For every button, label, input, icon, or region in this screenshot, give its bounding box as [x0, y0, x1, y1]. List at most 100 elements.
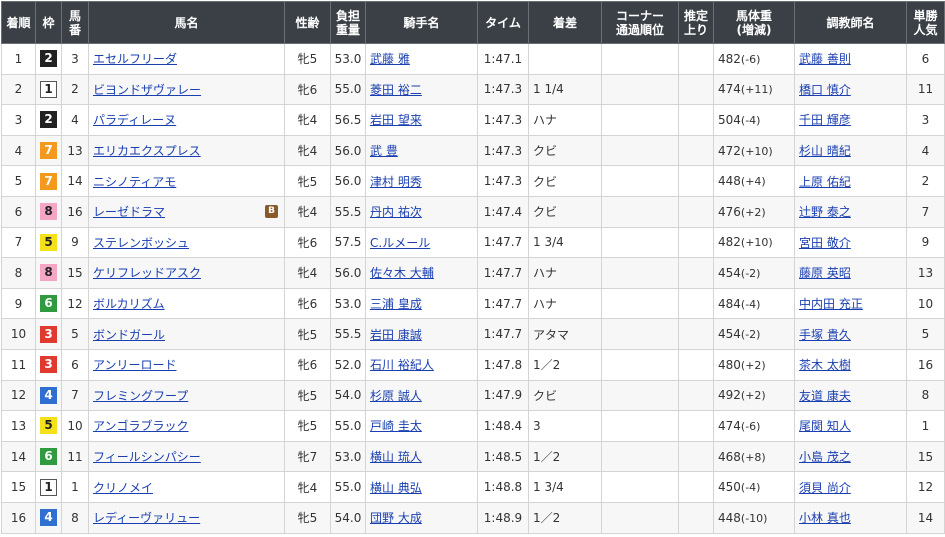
horse-link[interactable]: レーゼドラマ: [93, 205, 165, 219]
horse-cell: パラディレーヌ: [88, 104, 285, 136]
margin-cell: 3: [528, 410, 602, 442]
waku-badge: 1: [40, 80, 57, 98]
jockey-link[interactable]: 武藤 雅: [370, 52, 410, 66]
trainer-link[interactable]: 茶木 太樹: [799, 358, 851, 372]
jockey-cell: 丹内 祐次: [365, 195, 478, 228]
margin-cell: ハナ: [528, 257, 602, 289]
weight-cell: 54.0: [330, 501, 366, 534]
waku-cell: 4: [35, 379, 62, 412]
popularity-cell: 2: [906, 165, 945, 197]
jockey-link[interactable]: 武 豊: [370, 144, 398, 158]
horse-link[interactable]: アンゴラブラック: [93, 419, 189, 433]
horse-link[interactable]: パラディレーヌ: [93, 113, 176, 127]
rank-cell: 16: [1, 501, 36, 534]
rank-cell: 10: [1, 318, 36, 350]
trainer-link[interactable]: 手塚 貴久: [799, 328, 851, 342]
corner-cell: [601, 471, 679, 503]
horse-cell: クリノメイ: [88, 471, 285, 503]
col-rank: 着順: [1, 1, 36, 44]
horse-link[interactable]: フレミングフープ: [93, 389, 188, 403]
jockey-link[interactable]: 岩田 康誠: [370, 328, 422, 342]
horse-link[interactable]: ボルカリズム: [93, 297, 165, 311]
umaban-cell: 10: [61, 410, 89, 442]
bodyweight-diff: (-6): [740, 419, 761, 433]
sexage-cell: 牝6: [284, 73, 331, 106]
jockey-link[interactable]: 丹内 祐次: [370, 205, 422, 219]
time-cell: 1:47.4: [477, 195, 529, 228]
trainer-link[interactable]: 小林 真也: [799, 511, 851, 525]
jockey-link[interactable]: 菱田 裕二: [370, 83, 422, 97]
bodyweight-value: 492: [718, 388, 741, 403]
last3f-cell: [678, 318, 714, 350]
weight-cell: 53.0: [330, 43, 366, 75]
corner-cell: [601, 318, 679, 350]
trainer-link[interactable]: 上原 佑紀: [799, 175, 851, 189]
rank-cell: 11: [1, 348, 36, 381]
waku-badge: 8: [40, 264, 57, 282]
jockey-link[interactable]: C.ルメール: [370, 236, 430, 250]
horse-link[interactable]: ボンドガール: [93, 328, 165, 342]
horse-link[interactable]: エリカエクスプレス: [93, 144, 201, 158]
bodyweight-cell: 492(+2): [713, 379, 795, 412]
margin-cell: クビ: [528, 134, 602, 167]
trainer-link[interactable]: 藤原 英昭: [799, 266, 851, 280]
col-margin: 着差: [528, 1, 602, 44]
trainer-link[interactable]: 須貝 尚介: [799, 481, 851, 495]
trainer-link[interactable]: 小島 茂之: [799, 450, 851, 464]
bodyweight-value: 482: [718, 51, 741, 66]
col-umaban: 馬番: [61, 1, 89, 44]
jockey-link[interactable]: 団野 大成: [370, 511, 422, 525]
waku-badge: 4: [40, 509, 57, 527]
corner-cell: [601, 165, 679, 197]
horse-link[interactable]: ステレンボッシュ: [93, 236, 189, 250]
horse-link[interactable]: アンリーロード: [93, 358, 177, 372]
horse-link[interactable]: フィールシンパシー: [93, 450, 201, 464]
trainer-link[interactable]: 杉山 晴紀: [799, 144, 851, 158]
umaban-cell: 12: [61, 287, 89, 320]
popularity-cell: 10: [906, 287, 945, 320]
margin-cell: 1／2: [528, 501, 602, 534]
jockey-link[interactable]: 佐々木 大輔: [370, 266, 434, 280]
horse-link[interactable]: ビヨンドザヴァレー: [93, 83, 201, 97]
trainer-link[interactable]: 橋口 慎介: [799, 83, 851, 97]
jockey-link[interactable]: 横山 琉人: [370, 450, 422, 464]
rank-cell: 12: [1, 379, 36, 412]
trainer-link[interactable]: 辻野 泰之: [799, 205, 851, 219]
time-cell: 1:47.3: [477, 73, 529, 106]
trainer-link[interactable]: 中内田 充正: [799, 297, 863, 311]
col-trainer: 調教師名: [794, 1, 907, 44]
jockey-link[interactable]: 津村 明秀: [370, 175, 422, 189]
trainer-link[interactable]: 宮田 敬介: [799, 236, 851, 250]
horse-link[interactable]: ケリフレッドアスク: [93, 266, 201, 280]
jockey-link[interactable]: 三浦 皇成: [370, 297, 422, 311]
weight-cell: 55.5: [330, 318, 366, 350]
horse-cell: エセルフリーダ: [88, 43, 285, 75]
waku-badge: 2: [40, 50, 57, 68]
time-cell: 1:48.4: [477, 410, 529, 442]
jockey-link[interactable]: 岩田 望来: [370, 113, 422, 127]
horse-link[interactable]: クリノメイ: [93, 481, 153, 495]
horse-link[interactable]: ニシノティアモ: [93, 175, 176, 189]
trainer-link[interactable]: 友道 康夫: [799, 389, 851, 403]
trainer-link[interactable]: 尾関 知人: [799, 419, 851, 433]
horse-link[interactable]: レディーヴァリュー: [93, 511, 200, 525]
popularity-cell: 4: [906, 134, 945, 167]
bodyweight-diff: (+2): [740, 205, 766, 219]
table-row: 14 6 11 フィールシンパシー 牝7 53.0 横山 琉人 1:48.5 1／2 468(+8…: [1, 440, 945, 473]
rank-cell: 14: [1, 440, 36, 473]
blinker-badge: B: [265, 204, 278, 218]
bodyweight-value: 504: [718, 112, 741, 127]
bodyweight-value: 480: [718, 357, 741, 372]
horse-link[interactable]: エセルフリーダ: [93, 52, 177, 66]
jockey-link[interactable]: 石川 裕紀人: [370, 358, 434, 372]
corner-cell: [601, 379, 679, 412]
umaban-cell: 11: [61, 440, 89, 473]
trainer-link[interactable]: 武藤 善則: [799, 52, 851, 66]
jockey-link[interactable]: 杉原 誠人: [370, 389, 422, 403]
jockey-link[interactable]: 横山 典弘: [370, 481, 422, 495]
waku-cell: 2: [35, 104, 62, 136]
trainer-link[interactable]: 千田 輝彦: [799, 113, 851, 127]
sexage-cell: 牝4: [284, 257, 331, 289]
jockey-link[interactable]: 戸崎 圭太: [370, 419, 422, 433]
table-row: 11 3 6 アンリーロード 牝6 52.0 石川 裕紀人 1:47.8 1／2 480(+2) 茶…: [1, 348, 945, 381]
